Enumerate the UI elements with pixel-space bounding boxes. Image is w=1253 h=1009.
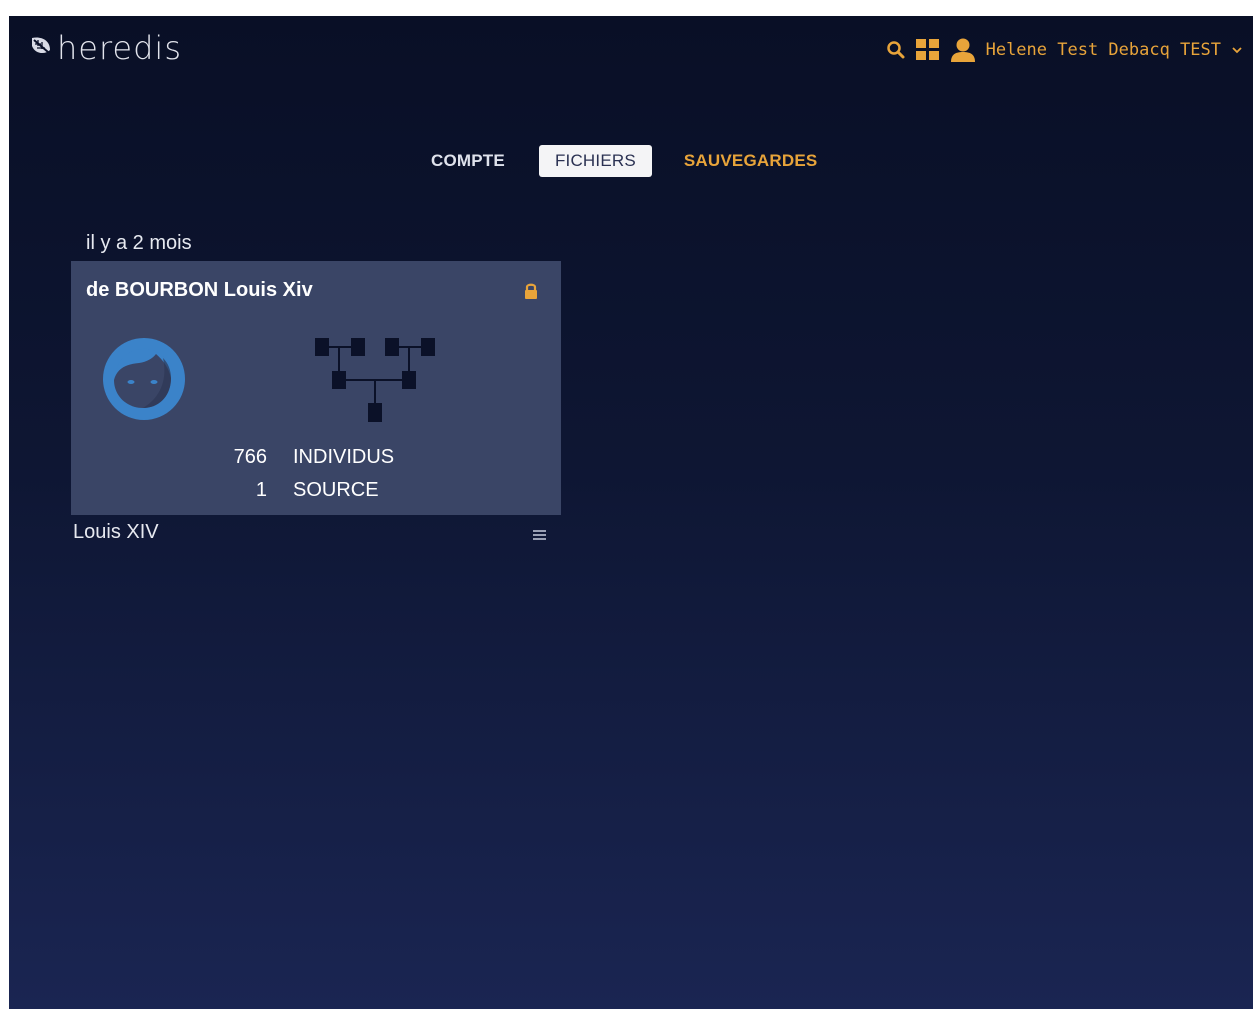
stat-row-source: 1 SOURCE xyxy=(211,474,394,507)
logo-text: heredis xyxy=(57,29,182,67)
lock-icon xyxy=(523,282,539,305)
header-toolbar: Helene Test Debacq TEST xyxy=(886,38,1243,62)
app-window: heredis Helene Test Debacq TEST COMPTE F… xyxy=(9,16,1253,1009)
tab-compte[interactable]: COMPTE xyxy=(415,145,521,177)
search-icon[interactable] xyxy=(886,40,906,60)
leaf-logo-icon xyxy=(29,34,53,63)
file-name: Louis XIV xyxy=(73,521,159,543)
heredis-logo[interactable]: heredis xyxy=(29,30,182,66)
face-avatar-icon xyxy=(101,336,187,427)
menu-icon[interactable] xyxy=(533,528,547,546)
stat-row-individus: 766 INDIVIDUS xyxy=(211,441,395,474)
root-person-name: de BOURBON Louis Xiv xyxy=(86,279,313,301)
file-card[interactable]: de BOURBON Louis Xiv 766 INDIVIDUS 1 SOU… xyxy=(71,261,561,515)
tab-bar: COMPTE FICHIERS SAUVEGARDES xyxy=(415,145,833,177)
stat-label: INDIVIDUS xyxy=(293,446,395,468)
file-date-label: il y a 2 mois xyxy=(86,232,192,254)
user-name[interactable]: Helene Test Debacq TEST xyxy=(986,40,1221,60)
user-icon[interactable] xyxy=(950,38,976,62)
chevron-down-icon[interactable] xyxy=(1231,45,1243,55)
stat-label: SOURCE xyxy=(293,479,379,501)
tab-sauvegardes[interactable]: SAUVEGARDES xyxy=(670,145,834,177)
stat-count: 1 xyxy=(255,479,267,501)
tab-fichiers[interactable]: FICHIERS xyxy=(538,145,652,177)
apps-grid-icon[interactable] xyxy=(915,39,940,61)
file-stats: 766 INDIVIDUS 1 SOURCE xyxy=(211,441,395,507)
stat-count: 766 xyxy=(233,446,267,468)
family-tree-icon xyxy=(315,336,437,431)
